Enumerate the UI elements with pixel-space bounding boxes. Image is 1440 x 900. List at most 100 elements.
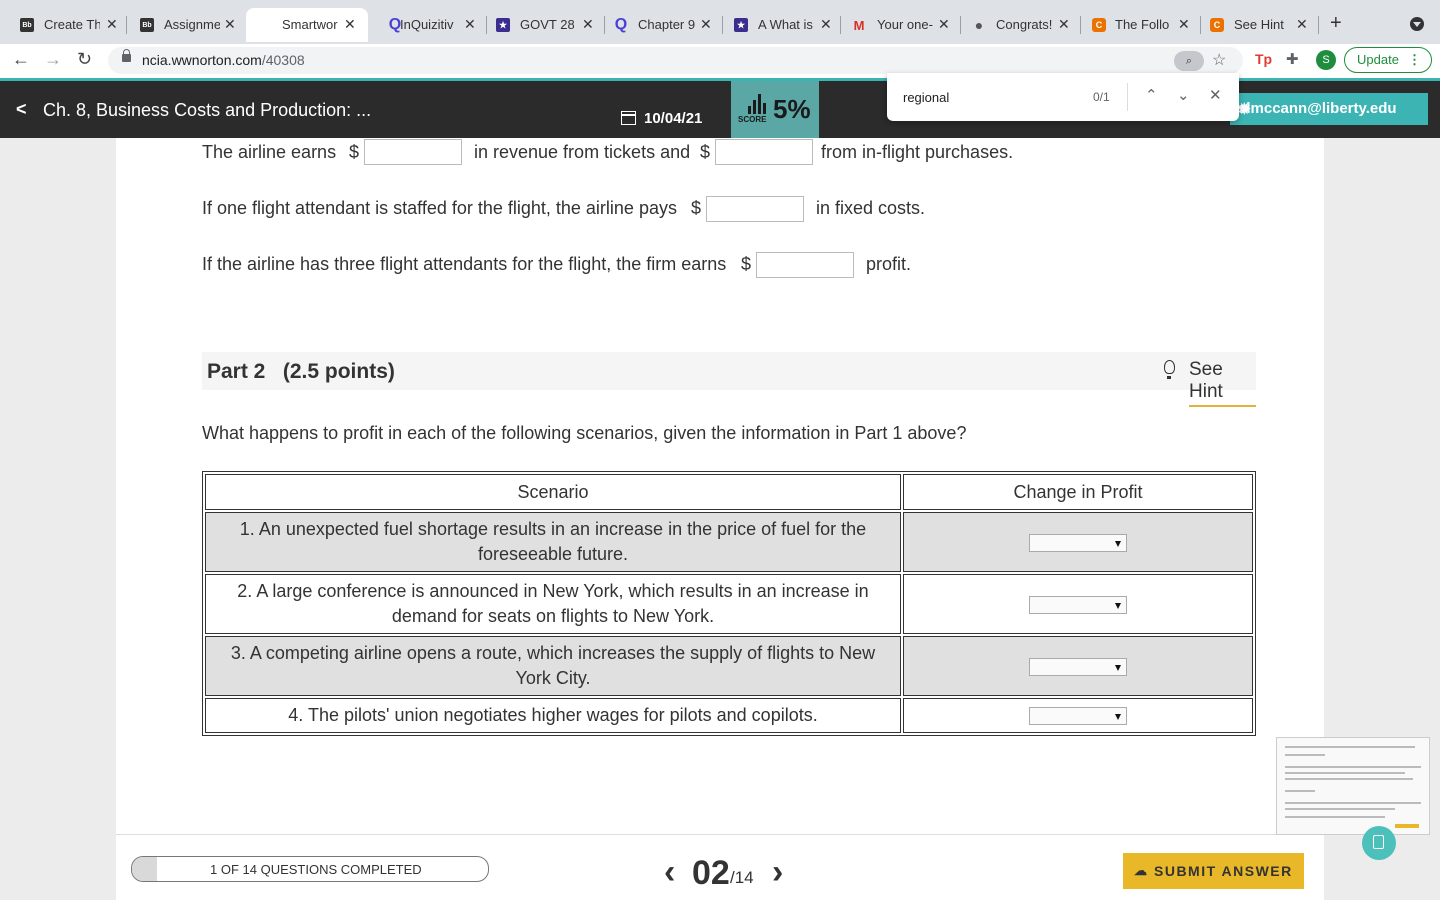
close-tab-icon[interactable]: ✕ (464, 16, 476, 33)
url-text: ncia.wwnorton.com/40308 (142, 52, 305, 68)
question-text: The airline earns (202, 142, 337, 162)
tab-gmail[interactable]: M Your one- ✕ (840, 8, 960, 42)
user-menu[interactable]: slmccann@liberty.edu ✹ (1230, 93, 1428, 125)
tab-congrats[interactable]: ● Congrats! ✕ (960, 8, 1080, 42)
find-separator (1127, 83, 1128, 111)
forward-arrow-icon[interactable]: → (44, 49, 62, 70)
close-tab-icon[interactable]: ✕ (344, 16, 356, 33)
close-tab-icon[interactable]: ✕ (1296, 16, 1308, 33)
close-tab-icon[interactable]: ✕ (582, 16, 594, 33)
browser-tab-strip: Bb Create Th ✕ Bb Assignme ✕ Smartwor ✕ … (0, 0, 1440, 44)
find-in-page-icon[interactable]: ⌕ (1174, 51, 1204, 71)
close-tab-icon[interactable]: ✕ (1058, 16, 1070, 33)
chegg-icon: C (1092, 18, 1106, 32)
close-tab-icon[interactable]: ✕ (106, 16, 118, 33)
part2-heading: Part 2 (2.5 points) (207, 360, 395, 383)
tab-chapter-9[interactable]: Q Chapter 9 ✕ (604, 8, 722, 42)
close-icon[interactable]: ✕ (1209, 86, 1222, 104)
profile-avatar[interactable]: S (1316, 50, 1336, 70)
see-hint-link[interactable]: See Hint (1189, 359, 1256, 407)
tab-smartwork[interactable]: Smartwor ✕ (246, 8, 368, 42)
close-tab-icon[interactable]: ✕ (938, 16, 950, 33)
back-arrow-icon[interactable]: ← (12, 49, 30, 70)
footer-divider (116, 834, 1324, 835)
tab-title: InQuizitiv (400, 17, 454, 32)
next-question-icon[interactable]: › (772, 853, 783, 892)
part2-question: What happens to profit in each of the fo… (202, 423, 967, 443)
previous-question-icon[interactable]: ‹ (664, 853, 675, 892)
tab-see-hint[interactable]: C See Hint ✕ (1200, 8, 1318, 42)
notes-icon[interactable] (1362, 826, 1396, 860)
bookmark-star-icon[interactable]: ☆ (1212, 50, 1226, 70)
inflight-revenue-input[interactable] (715, 139, 813, 165)
tab-what-is[interactable]: ★ A What is ✕ (722, 8, 840, 42)
change-cell (903, 698, 1253, 733)
reload-icon[interactable]: ↻ (77, 49, 92, 70)
tab-inquizitive[interactable]: Q InQuizitiv ✕ (368, 8, 486, 42)
tp-extension-icon[interactable]: Tp (1255, 51, 1272, 67)
upload-cloud-icon: ☁ (1134, 863, 1149, 878)
fixed-costs-input[interactable] (706, 196, 804, 222)
gear-icon[interactable]: ✹ (1238, 100, 1251, 118)
scenario-cell: 3. A competing airline opens a route, wh… (205, 636, 901, 696)
table-row: 2. A large conference is announced in Ne… (205, 574, 1253, 634)
tab-title: Assignme (164, 17, 220, 32)
change-in-profit-dropdown[interactable] (1029, 533, 1127, 552)
find-match-count: 0/1 (1093, 90, 1110, 104)
submit-answer-button[interactable]: ☁ SUBMIT ANSWER (1123, 853, 1304, 889)
close-tab-icon[interactable]: ✕ (700, 16, 712, 33)
bar-chart-icon (748, 94, 766, 114)
page-thumbnail-preview[interactable] (1276, 737, 1430, 835)
tab-govt[interactable]: ★ GOVT 28 ✕ (486, 8, 604, 42)
star-badge-icon: ★ (496, 18, 510, 32)
change-in-profit-dropdown[interactable] (1029, 595, 1127, 614)
question-text: If the airline has three flight attendan… (202, 254, 727, 274)
currency-symbol: $ (691, 198, 702, 218)
close-tab-icon[interactable]: ✕ (1178, 16, 1190, 33)
close-tab-icon[interactable]: ✕ (224, 16, 236, 33)
tab-search-icon[interactable] (1410, 17, 1424, 31)
submit-label: SUBMIT ANSWER (1154, 863, 1293, 879)
lightbulb-icon[interactable] (1164, 360, 1175, 379)
address-bar[interactable]: ncia.wwnorton.com/40308 ⌕ ☆ (108, 47, 1243, 74)
new-tab-button[interactable]: + (1330, 12, 1342, 35)
question-content: The airline earns $ in revenue from tick… (116, 138, 1324, 900)
update-label: Update (1357, 52, 1399, 67)
update-button[interactable]: Update ⋮ (1344, 47, 1432, 73)
question-text: in revenue from tickets and (474, 142, 691, 162)
change-in-profit-dropdown[interactable] (1029, 707, 1127, 726)
close-tab-icon[interactable]: ✕ (820, 16, 832, 33)
column-header-change-in-profit: Change in Profit (903, 474, 1253, 510)
chevron-down-icon[interactable]: ⌄ (1177, 86, 1190, 104)
tab-the-following[interactable]: C The Follo ✕ (1080, 8, 1200, 42)
due-date: 10/04/21 (644, 110, 703, 127)
profit-input[interactable] (756, 252, 854, 278)
table-header-row: Scenario Change in Profit (205, 474, 1253, 510)
chegg-icon: C (1210, 18, 1224, 32)
find-input[interactable]: regional (903, 90, 949, 105)
part1-line-1: The airline earns (202, 142, 336, 163)
part2-header: Part 2 (2.5 points) See Hint (202, 352, 1256, 407)
change-cell (903, 512, 1253, 572)
change-cell (903, 636, 1253, 696)
chevron-left-icon[interactable]: < (16, 99, 27, 120)
score-label: SCORE (738, 115, 767, 124)
total-questions: /14 (730, 868, 754, 887)
assignment-title[interactable]: Ch. 8, Business Costs and Production: ..… (43, 100, 371, 121)
find-bar: regional 0/1 ⌃ ⌄ ✕ (887, 73, 1239, 121)
change-in-profit-dropdown[interactable] (1029, 657, 1127, 676)
tab-title: Chapter 9 (638, 17, 696, 32)
user-email: slmccann@liberty.edu (1238, 100, 1397, 117)
tab-title: A What is (758, 17, 813, 32)
tab-title: Smartwor (282, 17, 338, 32)
tab-create-thread[interactable]: Bb Create Th ✕ (0, 8, 120, 42)
globe-icon: ● (974, 17, 984, 33)
star-badge-icon: ★ (734, 18, 748, 32)
blackboard-icon: Bb (140, 18, 154, 32)
chevron-up-icon[interactable]: ⌃ (1145, 86, 1158, 104)
ticket-revenue-input[interactable] (364, 139, 462, 165)
extensions-puzzle-icon[interactable]: ✚ (1286, 50, 1299, 68)
question-text: from in-flight purchases. (821, 142, 1014, 162)
tab-assignments[interactable]: Bb Assignme ✕ (120, 8, 246, 42)
currency-symbol: $ (349, 142, 360, 162)
